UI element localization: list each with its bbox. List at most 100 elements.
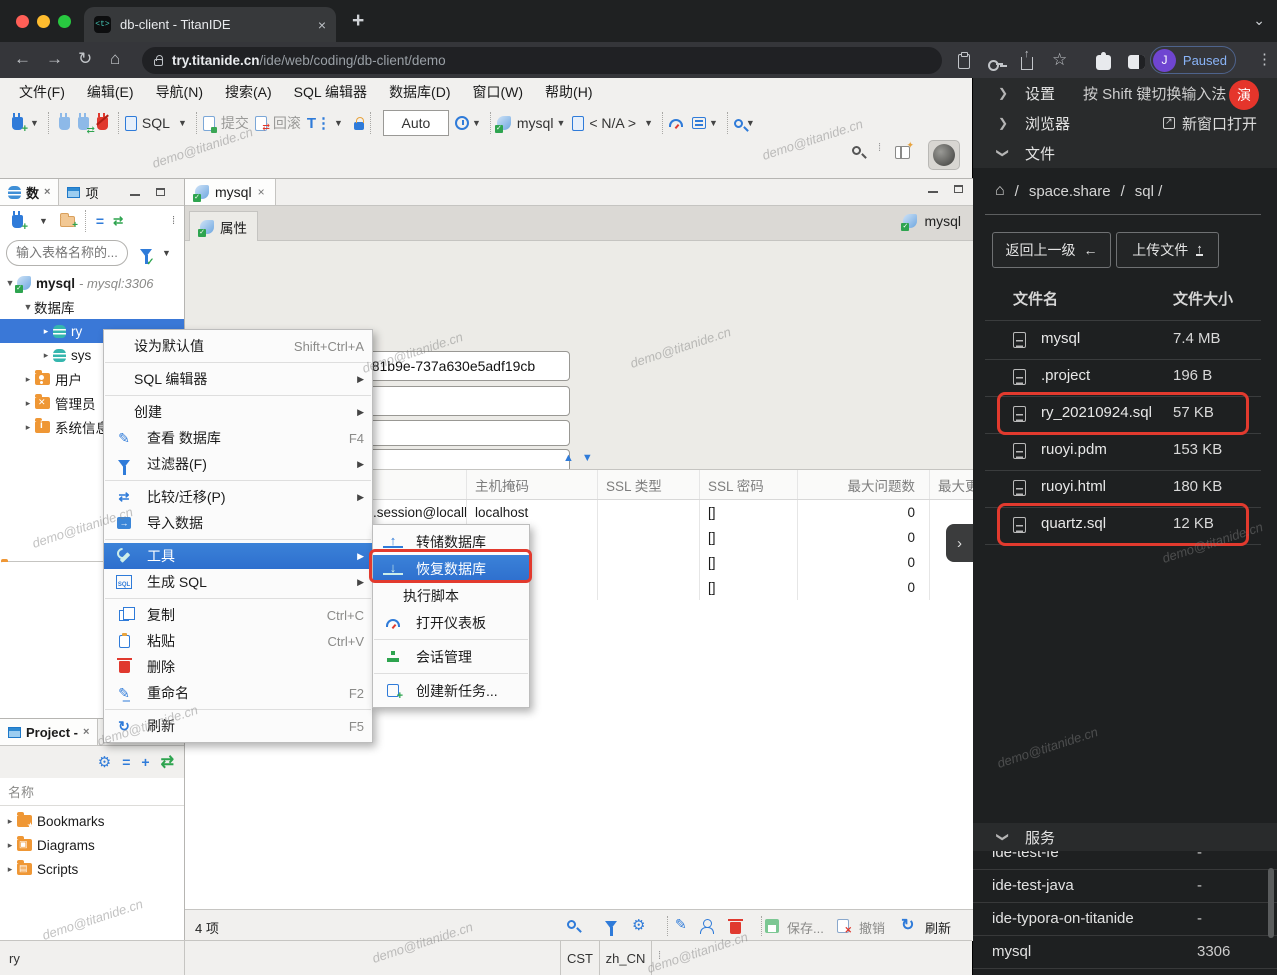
- connection-select[interactable]: mysql: [517, 115, 554, 131]
- menu-item-tools[interactable]: 工具 ▶: [104, 543, 372, 569]
- mysql-connection-icon[interactable]: [494, 116, 511, 133]
- open-new-window-button[interactable]: 新窗口打开: [1163, 113, 1257, 134]
- catalog-icon[interactable]: [572, 115, 585, 131]
- file-name[interactable]: mysql: [1041, 330, 1080, 347]
- browser-profile-button[interactable]: J Paused: [1150, 46, 1236, 74]
- tab-close-icon[interactable]: ×: [83, 726, 89, 738]
- disconnect-icon[interactable]: [96, 112, 108, 130]
- menu-navigate[interactable]: 导航(N): [145, 82, 214, 102]
- menu-item-copy[interactable]: 复制 Ctrl+C: [104, 602, 372, 628]
- submenu-item-dump-database[interactable]: ↑ 转储数据库: [373, 528, 529, 555]
- menu-edit[interactable]: 编辑(E): [76, 82, 145, 102]
- quick-search-icon[interactable]: [852, 146, 861, 155]
- tab-search-chevron-icon[interactable]: ⌄: [1253, 12, 1265, 29]
- grid-settings-icon[interactable]: ⚙: [632, 916, 645, 934]
- tab-database-navigator[interactable]: 数 ×: [0, 179, 60, 205]
- col-hostmask-header[interactable]: 主机掩码: [467, 470, 598, 499]
- section-browser[interactable]: ❯ 浏览器 新窗口打开: [973, 108, 1277, 138]
- commit-label[interactable]: 提交: [221, 113, 249, 133]
- file-name[interactable]: ry_20210924.sql: [1041, 404, 1152, 421]
- statusbar-timezone[interactable]: CST: [560, 941, 600, 975]
- menu-item-import-data[interactable]: → 导入数据: [104, 510, 372, 536]
- tab-close-icon[interactable]: ×: [258, 185, 265, 199]
- delete-row-icon[interactable]: [728, 919, 743, 934]
- cell-ssltype[interactable]: [598, 575, 700, 600]
- history-clock-icon[interactable]: [454, 116, 469, 130]
- menu-window[interactable]: 窗口(W): [462, 82, 535, 102]
- menu-item-delete[interactable]: 删除: [104, 654, 372, 680]
- statusbar-locale[interactable]: zh_CN: [600, 941, 652, 975]
- home-icon[interactable]: ⌂: [110, 49, 120, 69]
- traffic-minimize-button[interactable]: [37, 15, 50, 28]
- splitter-arrows-icon[interactable]: ▲▼: [563, 452, 601, 464]
- subtab-properties[interactable]: 属性: [189, 211, 258, 241]
- tree-node-diagrams[interactable]: ▸ Diagrams: [0, 833, 184, 857]
- new-connection-icon[interactable]: [12, 112, 28, 135]
- clipboard-icon[interactable]: [958, 51, 970, 69]
- link-with-editor-icon[interactable]: ⇄: [113, 214, 123, 228]
- file-name[interactable]: ruoyi.html: [1041, 478, 1106, 495]
- cell-sslpwd[interactable]: []: [700, 575, 798, 600]
- tab-project[interactable]: Project - ×: [0, 719, 99, 745]
- history-dropdown-icon[interactable]: ▼: [472, 118, 481, 128]
- add-row-icon[interactable]: [699, 919, 714, 934]
- cell-maxupd[interactable]: [930, 500, 973, 525]
- database-dropdown-icon[interactable]: ▼: [644, 118, 653, 128]
- col-maxq-header[interactable]: 最大问题数: [798, 470, 930, 499]
- rollback-label[interactable]: 回滚: [273, 113, 301, 133]
- tree-node-connection[interactable]: ▼ mysql - mysql:3306: [0, 271, 184, 295]
- menu-sql-editor[interactable]: SQL 编辑器: [283, 82, 378, 102]
- search-dropdown-icon[interactable]: ▼: [746, 118, 755, 128]
- lock-icon[interactable]: [154, 54, 163, 66]
- cell-maxupd[interactable]: [930, 575, 973, 600]
- cell-maxq[interactable]: 0: [798, 500, 930, 525]
- cell-sslpwd[interactable]: []: [700, 525, 798, 550]
- minimize-panel-icon[interactable]: [130, 188, 141, 196]
- menu-item-sql-editor[interactable]: SQL 编辑器 ▶: [104, 366, 372, 392]
- section-files[interactable]: ❯ 文件: [973, 138, 1277, 168]
- submenu-item-session-manager[interactable]: 会话管理: [373, 643, 529, 670]
- menu-item-rename[interactable]: ✎̲ 重命名 F2: [104, 680, 372, 706]
- undo-label[interactable]: 撤销: [859, 918, 885, 937]
- lock-connection-icon[interactable]: [353, 116, 364, 130]
- collapse-all-icon[interactable]: =: [122, 754, 130, 770]
- server-dropdown-icon[interactable]: ▼: [709, 118, 718, 128]
- filter-dropdown-icon[interactable]: ▼: [162, 248, 171, 258]
- maximize-editor-icon[interactable]: [954, 185, 963, 193]
- new-connection-dropdown-icon[interactable]: ▼: [30, 118, 39, 128]
- traffic-zoom-button[interactable]: [58, 15, 71, 28]
- browser-tab[interactable]: <t> db-client - TitanIDE ×: [84, 7, 336, 42]
- sql-dropdown-label[interactable]: SQL: [142, 115, 170, 131]
- home-icon[interactable]: ⌂: [995, 182, 1005, 200]
- commit-icon[interactable]: [202, 115, 217, 133]
- menu-item-compare-migrate[interactable]: ⇄ 比较/迁移(P) ▶: [104, 484, 372, 510]
- grid-filter-icon[interactable]: [605, 921, 617, 936]
- perspective-avatar-button[interactable]: [928, 140, 960, 170]
- file-row-highlighted[interactable]: quartz.sql 12 KB: [973, 507, 1277, 544]
- reload-icon[interactable]: ↻: [78, 49, 92, 69]
- cell-ssltype[interactable]: [598, 500, 700, 525]
- rollback-icon[interactable]: [254, 115, 270, 133]
- sql-dropdown-icon[interactable]: ▼: [178, 118, 187, 128]
- refresh-icon[interactable]: ↻: [901, 915, 914, 935]
- expand-all-icon[interactable]: +: [141, 754, 149, 770]
- new-tab-button[interactable]: +: [352, 9, 364, 33]
- cell-maxq[interactable]: 0: [798, 550, 930, 575]
- undo-icon[interactable]: [837, 919, 852, 936]
- side-panel-icon[interactable]: [1128, 53, 1145, 70]
- minimize-editor-icon[interactable]: [928, 185, 938, 193]
- editor-tab-mysql[interactable]: mysql ×: [185, 179, 276, 205]
- commit-mode-select[interactable]: Auto: [382, 110, 449, 136]
- file-row-highlighted[interactable]: ry_20210924.sql 57 KB: [973, 396, 1277, 433]
- browser-menu-icon[interactable]: ⋮: [1257, 50, 1272, 68]
- extensions-puzzle-icon[interactable]: [1096, 51, 1111, 70]
- password-key-icon[interactable]: [988, 51, 1003, 72]
- new-folder-icon[interactable]: [59, 212, 78, 231]
- maximize-panel-icon[interactable]: [156, 188, 166, 196]
- new-connection-dropdown-icon[interactable]: ▼: [39, 216, 48, 226]
- save-label[interactable]: 保存...: [787, 918, 824, 937]
- link-with-editor-icon[interactable]: ⇄: [161, 752, 174, 772]
- transaction-log-dropdown-icon[interactable]: ▼: [334, 118, 343, 128]
- menu-item-paste[interactable]: 粘贴 Ctrl+V: [104, 628, 372, 654]
- cell-maxq[interactable]: 0: [798, 525, 930, 550]
